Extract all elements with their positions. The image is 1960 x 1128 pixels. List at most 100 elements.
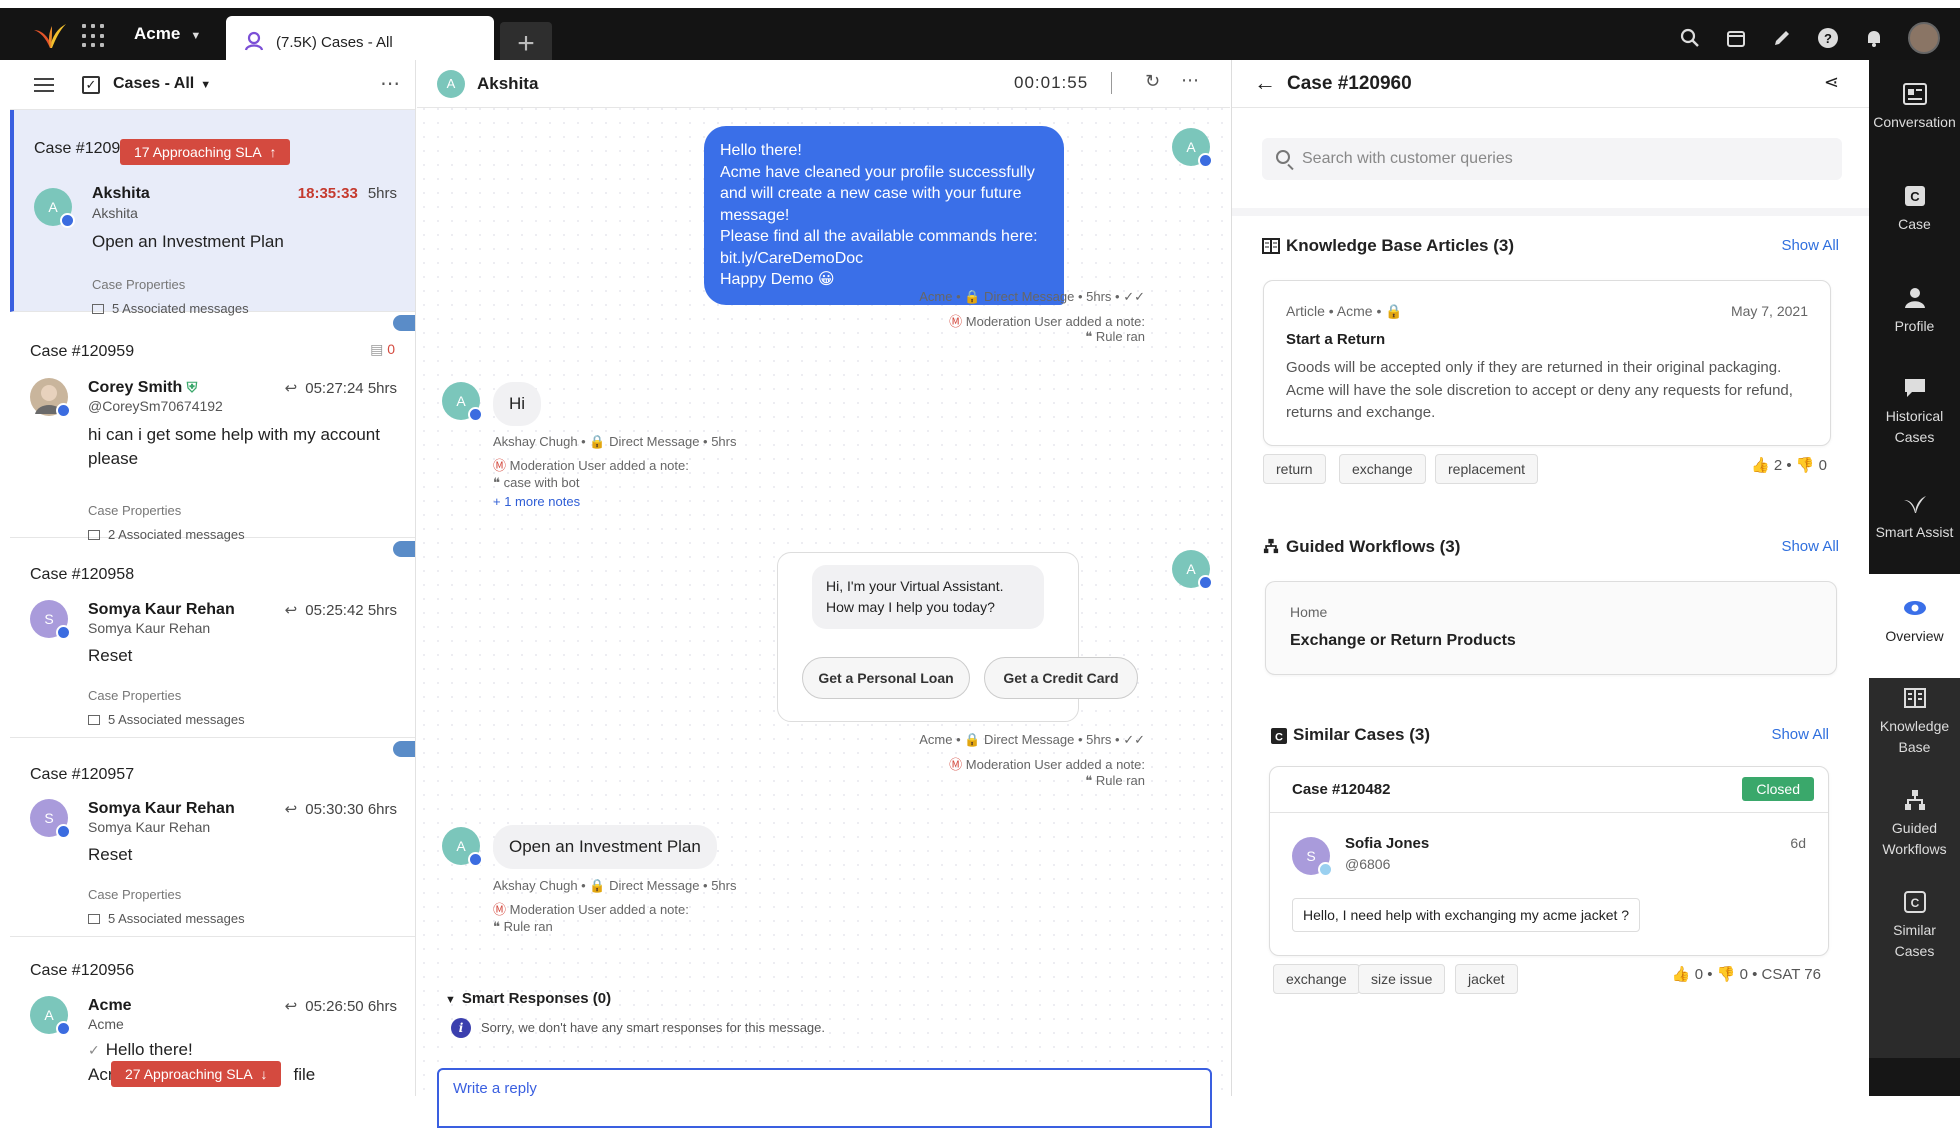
smart-assist-icon bbox=[1902, 492, 1928, 516]
case-last-message: ✓ Hello there! bbox=[88, 1040, 193, 1059]
divider bbox=[1232, 208, 1870, 216]
rail-case[interactable]: C Case bbox=[1869, 184, 1960, 235]
help-icon[interactable]: ? bbox=[1816, 26, 1840, 50]
reply-arrow-icon: ↩ bbox=[284, 801, 298, 818]
case-list-pane: ✓ Cases - All ▼ ⋯ Case #12096 17 Approach… bbox=[10, 60, 416, 1096]
select-all-checkbox[interactable]: ✓ bbox=[82, 76, 100, 94]
rail-profile[interactable]: Profile bbox=[1869, 286, 1960, 337]
brand-logo-icon[interactable] bbox=[32, 18, 68, 54]
refresh-icon[interactable]: ↻ bbox=[1145, 71, 1160, 92]
case-details-header: ← Case #120960 ⋖ bbox=[1232, 60, 1869, 108]
thumbs-down-icon[interactable]: 👎 bbox=[1717, 966, 1736, 983]
chevron-down-icon: ▼ bbox=[190, 30, 202, 42]
conversation-timer: 00:01:55 bbox=[1014, 73, 1089, 92]
user-avatar[interactable] bbox=[1908, 22, 1940, 54]
tag-chip[interactable]: replacement bbox=[1435, 454, 1539, 484]
kb-article-card[interactable]: Article • Acme • 🔒 May 7, 2021 Start a R… bbox=[1263, 280, 1831, 446]
case-card[interactable]: Case #120956 A Acme Acme ↩ 05:26:50 6hrs … bbox=[10, 937, 415, 1096]
workflow-breadcrumb: Home bbox=[1290, 604, 1328, 620]
message-icon bbox=[88, 914, 100, 924]
calendar-icon[interactable] bbox=[1724, 26, 1748, 50]
tag-chip[interactable]: return bbox=[1263, 454, 1326, 484]
message-icon bbox=[88, 715, 100, 725]
avatar: A bbox=[34, 188, 75, 228]
case-list-header: ✓ Cases - All ▼ ⋯ bbox=[10, 60, 415, 110]
share-icon[interactable]: ⋖ bbox=[1824, 72, 1839, 93]
smart-responses-toggle[interactable]: ▼ Smart Responses (0) bbox=[445, 990, 611, 1007]
menu-icon[interactable] bbox=[34, 78, 54, 92]
similar-show-all-link[interactable]: Show All bbox=[1771, 726, 1829, 743]
thumbs-up-icon[interactable]: 👍 bbox=[1751, 457, 1770, 474]
read-check-icon: ✓ bbox=[88, 1042, 100, 1058]
similar-case-reactions: 👍 0 • 👎 0 • CSAT 76 bbox=[1671, 966, 1821, 983]
pencil-icon[interactable] bbox=[1770, 26, 1794, 50]
reply-arrow-icon: ↩ bbox=[284, 380, 298, 397]
channel-badge-icon bbox=[56, 625, 71, 640]
associated-messages[interactable]: 5 Associated messages bbox=[88, 712, 245, 727]
sla-badge: 17 Approaching SLA ↑ bbox=[120, 139, 291, 165]
rail-smart-assist[interactable]: Smart Assist bbox=[1869, 492, 1960, 543]
case-properties-link[interactable]: Case Properties bbox=[88, 887, 181, 902]
bot-message-bubble: Hello there! Acme have cleaned your prof… bbox=[704, 126, 1064, 305]
virtual-assistant-card: Hi, I'm your Virtual Assistant. How may … bbox=[777, 552, 1138, 722]
message-meta: Acme • 🔒 Direct Message • 5hrs • ✓✓ bbox=[919, 732, 1145, 747]
credit-card-button[interactable]: Get a Credit Card bbox=[984, 657, 1138, 699]
back-arrow-icon[interactable]: ← bbox=[1254, 70, 1276, 96]
case-title: Case #120960 bbox=[1287, 73, 1412, 94]
kb-show-all-link[interactable]: Show All bbox=[1781, 237, 1839, 254]
rail-knowledge-base[interactable]: Knowledge Base bbox=[1869, 686, 1960, 758]
contact-name[interactable]: Akshita bbox=[477, 74, 538, 94]
personal-loan-button[interactable]: Get a Personal Loan bbox=[802, 657, 970, 699]
case-view-selector[interactable]: Cases - All ▼ bbox=[113, 75, 211, 93]
case-time: ↩ 05:26:50 6hrs bbox=[284, 998, 397, 1015]
customer-name: Corey Smith ⛨ bbox=[88, 379, 198, 396]
customer-handle: @CoreySm70674192 bbox=[88, 398, 223, 414]
rail-guided-workflows[interactable]: Guided Workflows bbox=[1869, 788, 1960, 860]
reply-arrow-icon: ↩ bbox=[284, 602, 298, 619]
case-last-message: hi can i get some help with my account p… bbox=[88, 425, 380, 468]
more-notes-link[interactable]: + 1 more notes bbox=[493, 494, 580, 509]
side-rail: Conversation C Case Profile Historical Ca… bbox=[1869, 60, 1960, 1096]
moderation-note: Ⓜ Moderation User added a note: bbox=[949, 314, 1145, 329]
customer-query-search[interactable]: Search with customer queries bbox=[1262, 138, 1842, 180]
avatar: S bbox=[30, 600, 71, 640]
reply-input[interactable]: Write a reply bbox=[437, 1068, 1212, 1128]
article-reactions: 👍 2 • 👎 0 bbox=[1751, 457, 1827, 474]
thumbs-down-icon[interactable]: 👎 bbox=[1796, 457, 1815, 474]
associated-messages[interactable]: 5 Associated messages bbox=[88, 911, 245, 926]
book-icon bbox=[1262, 238, 1280, 254]
workflow-card[interactable]: Home Exchange or Return Products bbox=[1265, 581, 1837, 675]
case-card[interactable]: Case #120959 ▤ 0 Corey Smith ⛨ @CoreySm7… bbox=[10, 312, 415, 542]
gw-show-all-link[interactable]: Show All bbox=[1781, 538, 1839, 555]
apps-grid-icon[interactable] bbox=[82, 24, 106, 48]
more-options-icon[interactable]: ⋯ bbox=[380, 71, 401, 96]
info-icon: i bbox=[451, 1018, 471, 1038]
channel-badge-icon bbox=[56, 1021, 71, 1036]
customer-message-bubble: Open an Investment Plan bbox=[493, 825, 717, 869]
thumbs-up-icon[interactable]: 👍 bbox=[1672, 966, 1691, 983]
rail-historical-cases[interactable]: Historical Cases bbox=[1869, 376, 1960, 448]
more-options-icon[interactable]: ⋯ bbox=[1181, 70, 1199, 91]
case-card[interactable]: Case #120958 S Somya Kaur Rehan Somya Ka… bbox=[10, 538, 415, 738]
search-icon[interactable] bbox=[1678, 26, 1702, 50]
tag-chip[interactable]: exchange bbox=[1339, 454, 1426, 484]
case-card[interactable]: Case #120957 S Somya Kaur Rehan Somya Ka… bbox=[10, 738, 415, 937]
customer-message-bubble: Hi bbox=[493, 382, 542, 426]
moderation-note: Ⓜ Moderation User added a note: bbox=[493, 458, 689, 473]
rail-overview[interactable]: Overview bbox=[1869, 574, 1960, 678]
case-card-selected[interactable]: Case #12096 17 Approaching SLA ↑ A Akshi… bbox=[10, 110, 415, 316]
case-properties-link[interactable]: Case Properties bbox=[88, 503, 181, 518]
case-properties-link[interactable]: Case Properties bbox=[92, 277, 185, 292]
case-properties-link[interactable]: Case Properties bbox=[88, 688, 181, 703]
rail-conversation[interactable]: Conversation bbox=[1869, 82, 1960, 133]
channel-badge-icon bbox=[1318, 862, 1333, 877]
bell-icon[interactable] bbox=[1862, 26, 1886, 50]
tag-chip[interactable]: exchange bbox=[1273, 964, 1360, 994]
similar-case-card[interactable]: Case #120482 Closed S Sofia Jones @6806 … bbox=[1269, 766, 1829, 956]
tag-chip[interactable]: size issue bbox=[1358, 964, 1446, 994]
rail-similar-cases[interactable]: C Similar Cases bbox=[1869, 890, 1960, 962]
workflow-name: Exchange or Return Products bbox=[1290, 632, 1516, 649]
tag-chip[interactable]: jacket bbox=[1455, 964, 1518, 994]
customer-handle: Akshita bbox=[92, 205, 138, 221]
workspace-switcher[interactable]: Acme ▼ bbox=[134, 24, 201, 44]
